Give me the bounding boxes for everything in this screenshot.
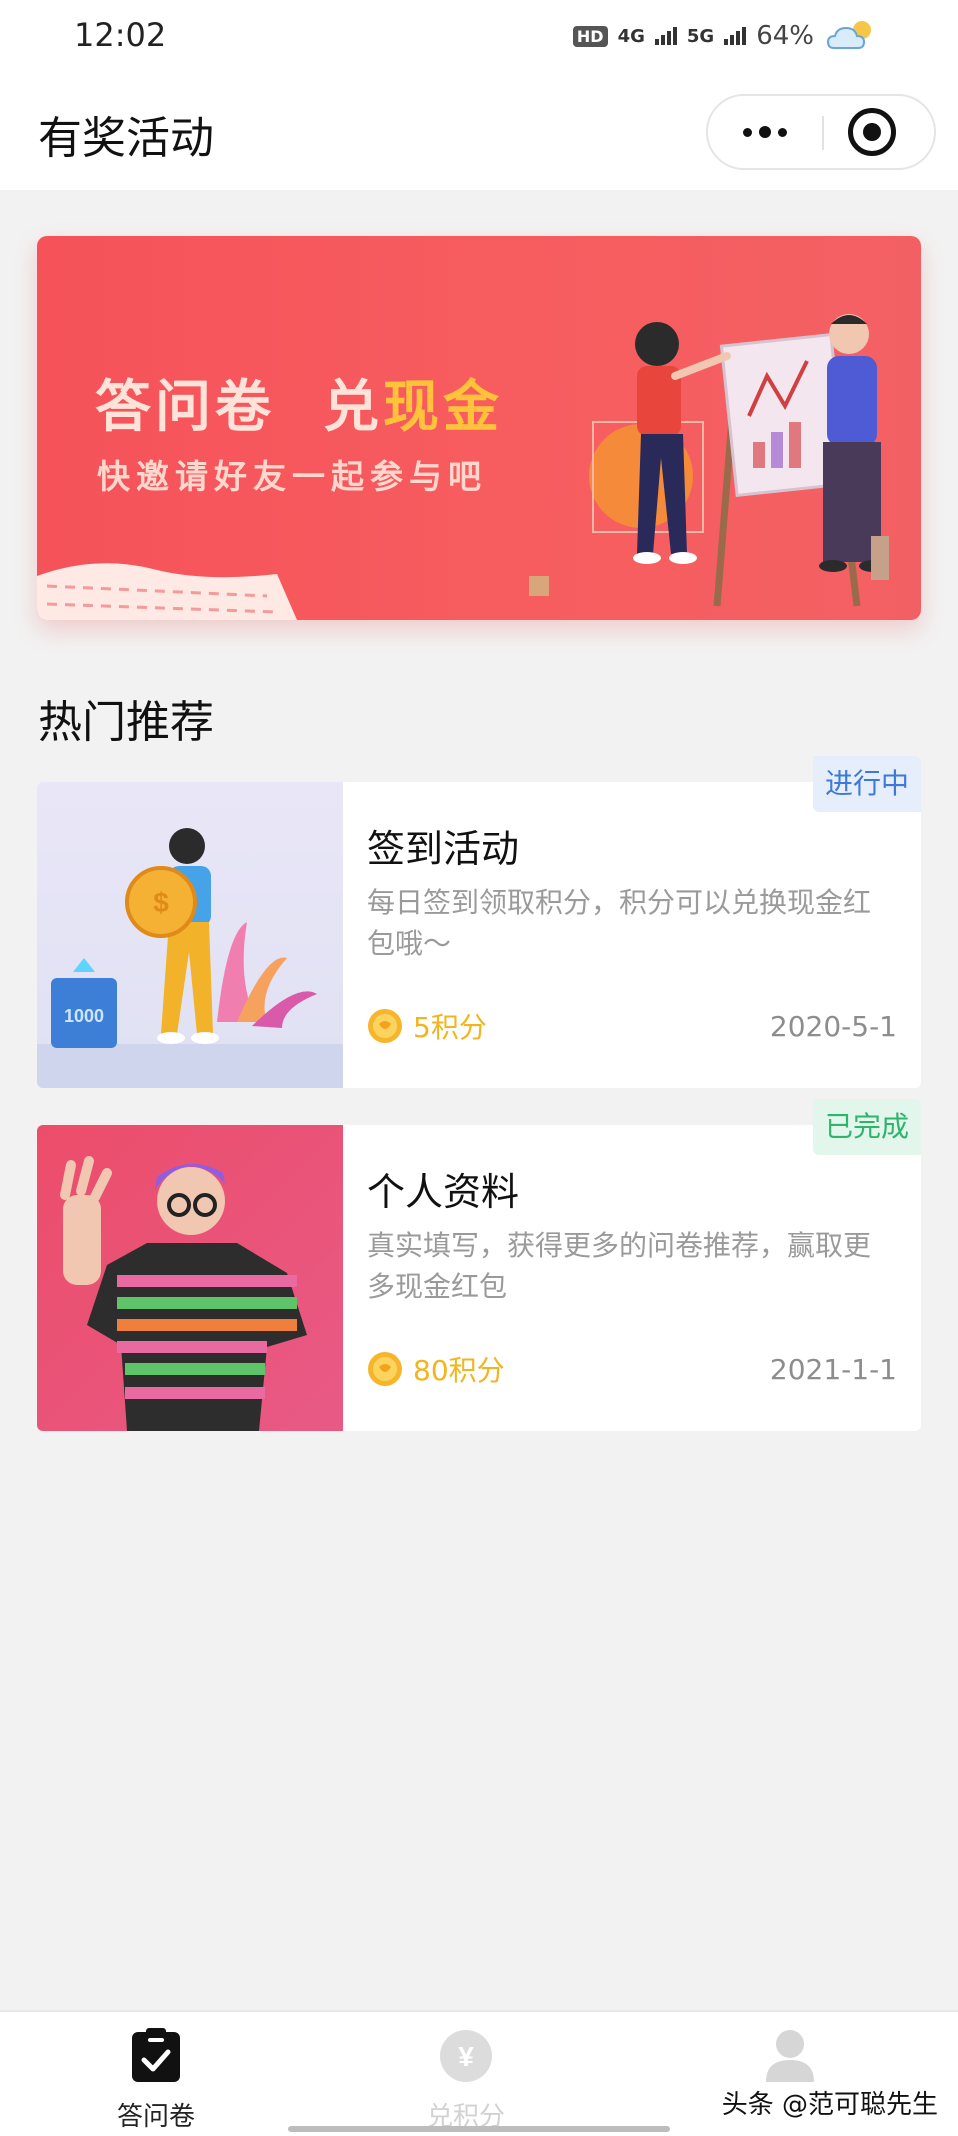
tab-label: 答问卷 [116,2102,195,2132]
card-title: 签到活动 [367,827,520,871]
profile-thumbnail [37,1125,343,1431]
points-value: 5积分 [413,1011,487,1044]
coin-icon [368,1352,402,1386]
status-indicators: HD 4G 5G 64% [572,18,878,54]
status-badge-done: 已完成 [812,1099,921,1155]
capsule-divider [822,116,824,150]
svg-text:$: $ [153,887,169,918]
network-5g-label: 5G [686,25,715,47]
section-title: 热门推荐 [38,697,214,748]
promo-banner[interactable]: 答问卷 兑现金 快邀请好友一起参与吧 [37,236,921,620]
nav-bar: 有奖活动 [0,76,958,190]
network-4g-label: 4G [617,25,645,47]
clipboard-check-icon [132,2028,180,2082]
hd-label: HD [572,25,608,47]
watermark: 头条 @范可聪先生 [721,2090,938,2120]
card-date: 2020-5-1 [769,1010,897,1043]
signal-bars-icon [654,27,677,45]
svg-text:¥: ¥ [458,2041,474,2072]
more-dots-icon[interactable] [708,96,822,168]
points-value: 80积分 [413,1354,505,1387]
page-title: 有奖活动 [38,113,214,164]
card-description: 每日签到领取积分，积分可以兑换现金红包哦～ [367,886,872,960]
signal-bars-icon [724,27,747,45]
banner-subtitle: 快邀请好友一起参与吧 [97,457,487,496]
checkin-thumbnail: 1000 $ [37,782,343,1088]
yen-coin-icon: ¥ [440,2030,492,2082]
status-badge-ongoing: 进行中 [812,756,921,812]
status-bar: 12:02 HD 4G 5G 64% [0,0,958,76]
weather-cloud-icon [826,21,871,49]
banner-title-highlight: 现金 [383,375,503,440]
user-profile-icon [766,2030,814,2082]
thumb-counter-text: 1000 [64,1006,104,1026]
status-time: 12:02 [74,16,167,54]
card-title: 个人资料 [367,1170,520,1214]
card-points: 5积分 [367,1006,487,1046]
tab-points[interactable]: ¥ 兑积分 [366,2012,566,2136]
banner-title-part2: 兑 [323,375,383,440]
tab-questionnaire[interactable]: 答问卷 [56,2012,256,2136]
activity-card-profile[interactable]: 个人资料 真实填写，获得更多的问卷推荐，赢取更多现金红包 80积分 2021-1… [37,1125,921,1431]
card-description: 真实填写，获得更多的问卷推荐，赢取更多现金红包 [367,1229,872,1303]
target-close-icon[interactable] [848,108,896,156]
mini-program-capsule [706,94,936,170]
coin-icon [368,1009,402,1043]
battery-level: 64% [756,21,814,51]
activity-card-checkin[interactable]: 1000 $ 签到活动 每日签到领取积分，积分可以兑换现金红包哦～ 5积分 20… [37,782,921,1088]
card-date: 2021-1-1 [769,1353,897,1386]
banner-title-part1: 答问卷 [95,375,275,440]
card-points: 80积分 [367,1349,505,1389]
banner-title: 答问卷 兑现金 [95,362,503,443]
home-indicator[interactable] [288,2126,670,2132]
